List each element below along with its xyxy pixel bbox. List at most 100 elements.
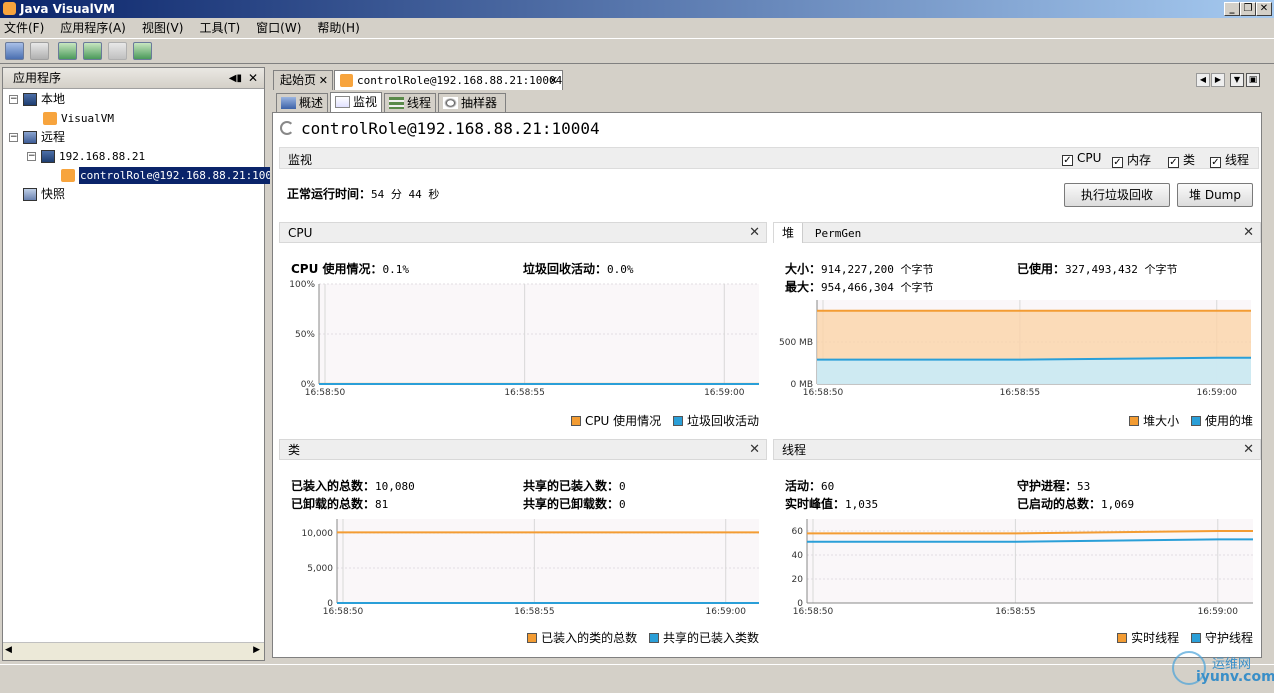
tab-threads[interactable]: 线程 — [384, 93, 436, 112]
cpu-checkbox[interactable]: ✓ CPU — [1062, 151, 1101, 166]
tree-item-snapshots[interactable]: 快照 — [23, 185, 65, 203]
tree-item-host[interactable]: 192.168.88.21 — [41, 147, 145, 165]
x-tick-label: 16:58:50 — [793, 607, 834, 617]
legend-used-heap: 使用的堆 — [1204, 414, 1253, 428]
close-tab-icon[interactable]: ✕ — [319, 71, 328, 90]
add-jmx-connection-icon[interactable] — [83, 42, 102, 60]
minimize-button[interactable]: _ — [1224, 2, 1240, 16]
y-tick-label: 10,000 — [302, 529, 334, 539]
close-classes-panel-icon[interactable]: ✕ — [749, 440, 760, 460]
close-tab-icon[interactable]: ✕ — [549, 71, 558, 90]
monitor-icon — [335, 96, 350, 108]
gc-activity-value: 0.0% — [607, 263, 634, 276]
remote-host-icon — [41, 150, 55, 163]
heap-tab[interactable]: 堆 — [774, 223, 804, 243]
tree-item-jmx-connection[interactable]: controlRole@192.168.88.21:10004 — [61, 166, 287, 184]
classes-panel-title: 类 — [288, 443, 301, 457]
legend-swatch-used-heap — [1190, 416, 1201, 426]
started-threads-value: 1,069 — [1101, 498, 1135, 511]
load-snapshot-icon[interactable] — [5, 42, 24, 60]
permgen-tab[interactable]: PermGen — [807, 224, 869, 244]
heap-size-value: 914,227,200 个字节 — [821, 263, 934, 276]
close-window-button[interactable]: ✕ — [1256, 2, 1272, 16]
close-cpu-panel-icon[interactable]: ✕ — [749, 223, 760, 243]
unloaded-label: 已卸载的总数： — [291, 497, 376, 511]
daemon-threads-label: 守护进程： — [1017, 479, 1078, 493]
scroll-right-icon[interactable]: ▶ — [253, 645, 260, 655]
tab-list-dropdown-icon[interactable]: ▼ — [1230, 73, 1244, 87]
scroll-left-icon[interactable]: ◀ — [5, 645, 12, 655]
x-tick-label: 16:59:00 — [706, 607, 747, 617]
x-tick-label: 16:58:55 — [504, 388, 544, 398]
save-icon[interactable] — [30, 42, 49, 60]
y-tick-label: 40 — [792, 551, 804, 561]
classes-check-label: 类 — [1183, 153, 1196, 167]
live-threads-value: 60 — [821, 480, 835, 493]
tree-item-remote[interactable]: 远程 — [23, 128, 65, 146]
close-memory-panel-icon[interactable]: ✕ — [1243, 223, 1254, 243]
cpu-usage-stat: CPU 使用情况：0.1% — [291, 260, 409, 277]
tab-monitor[interactable]: 监视 — [330, 92, 382, 112]
applications-panel-title: 应用程序 — [13, 71, 62, 85]
monitor-label: 监视 — [288, 153, 313, 167]
add-host-icon[interactable] — [58, 42, 77, 60]
memory-checkbox[interactable]: ✓ 内存 — [1112, 151, 1151, 168]
legend-swatch-loaded — [527, 633, 538, 643]
menu-file[interactable]: 文件(F) — [0, 18, 50, 38]
add-remote-icon[interactable] — [108, 42, 127, 60]
tree-item-local[interactable]: 本地 — [23, 90, 65, 108]
heap-legend: 堆大小 使用的堆 — [1129, 412, 1253, 429]
y-tick-label: 20 — [792, 575, 804, 585]
tree-item-visualvm[interactable]: VisualVM — [43, 109, 114, 127]
cpu-chart: 0%50%100%16:58:50 16:58:55 16:59:00 — [289, 280, 759, 398]
loaded-stat: 已装入的总数：10,080 — [291, 477, 415, 494]
expand-local-icon[interactable]: − — [9, 95, 18, 104]
add-coredump-icon[interactable] — [133, 42, 152, 60]
tab-jmx-label: controlRole@192.168.88.21:10004 — [357, 74, 563, 87]
tab-start-page[interactable]: 起始页 ✕ — [273, 70, 333, 90]
menu-tools[interactable]: 工具(T) — [195, 18, 246, 38]
legend-live-threads: 实时线程 — [1131, 631, 1180, 645]
shared-loaded-label: 共享的已装入数： — [523, 479, 620, 493]
menu-view[interactable]: 视图(V) — [138, 18, 190, 38]
tab-sampler[interactable]: 抽样器 — [438, 93, 506, 112]
heap-used-value: 327,493,432 个字节 — [1065, 263, 1178, 276]
unloaded-value: 81 — [375, 498, 389, 511]
monitor-header: 监视 ✓ CPU ✓ 内存 ✓ 类 ✓ 线程 — [279, 147, 1259, 169]
cpu-legend: CPU 使用情况 垃圾回收活动 — [570, 412, 759, 429]
maximize-editor-icon[interactable]: ▣ — [1246, 73, 1260, 87]
page-title: controlRole@192.168.88.21:10004 — [301, 119, 600, 138]
scroll-tabs-right-icon[interactable]: ▶ — [1211, 73, 1225, 87]
classes-checkbox[interactable]: ✓ 类 — [1168, 151, 1195, 168]
perform-gc-button[interactable]: 执行垃圾回收 — [1064, 183, 1170, 207]
legend-swatch-shared — [648, 633, 659, 643]
minimize-panel-icon[interactable]: ◀▮ — [229, 68, 242, 89]
peak-threads-label: 实时峰值： — [785, 497, 846, 511]
y-tick-label: 100% — [289, 280, 315, 290]
threads-chart: 020406016:58:50 16:58:55 16:59:00 — [792, 519, 1253, 617]
expand-host-icon[interactable]: − — [27, 152, 36, 161]
x-tick-label: 16:59:00 — [1198, 607, 1239, 617]
scroll-tabs-left-icon[interactable]: ◀ — [1196, 73, 1210, 87]
horizontal-scrollbar[interactable]: ◀ ▶ — [3, 642, 264, 660]
close-panel-icon[interactable]: ✕ — [248, 68, 258, 89]
close-threads-panel-icon[interactable]: ✕ — [1243, 440, 1254, 460]
window-title: Java VisualVM — [20, 2, 115, 16]
heap-dump-button[interactable]: 堆 Dump — [1177, 183, 1253, 207]
menu-application[interactable]: 应用程序(A) — [56, 18, 132, 38]
tab-overview[interactable]: 概述 — [276, 93, 328, 112]
tree-label-local: 本地 — [41, 92, 66, 106]
expand-remote-icon[interactable]: − — [9, 133, 18, 142]
restore-button[interactable]: ❐ — [1240, 2, 1256, 16]
threads-checkbox[interactable]: ✓ 线程 — [1210, 151, 1249, 168]
tree-label-visualvm: VisualVM — [61, 112, 114, 125]
x-tick-label: 16:58:50 — [323, 607, 364, 617]
tab-jmx-connection[interactable]: controlRole@192.168.88.21:10004 ✕ — [334, 70, 563, 90]
classes-chart: 05,00010,00016:58:50 16:58:55 16:59:00 — [302, 519, 759, 617]
cpu-check-label: CPU — [1077, 151, 1102, 165]
menu-window[interactable]: 窗口(W) — [252, 18, 307, 38]
x-tick-label: 16:58:55 — [1000, 388, 1040, 398]
x-tick-label: 16:58:50 — [803, 388, 844, 398]
menu-help[interactable]: 帮助(H) — [313, 18, 365, 38]
tab-start-label: 起始页 — [280, 73, 317, 87]
